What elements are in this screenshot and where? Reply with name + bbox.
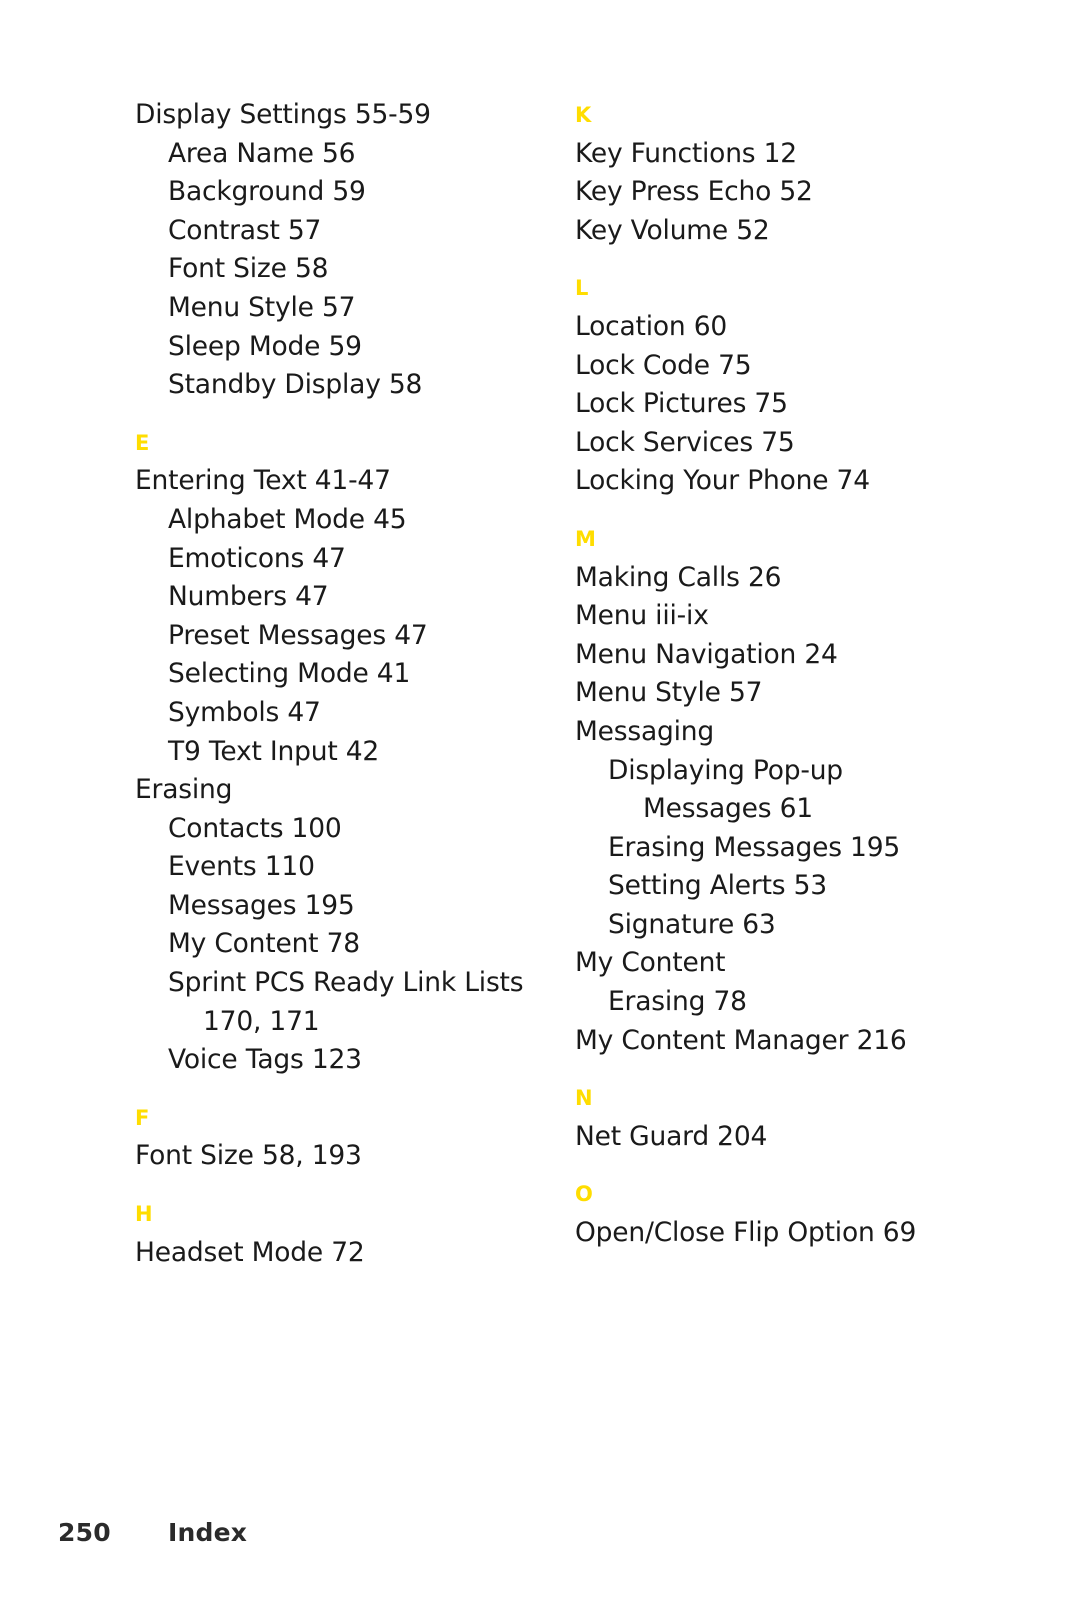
index-entry: Selecting Mode 41 [168,658,411,690]
index-entry: Area Name 56 [168,137,356,169]
index-entry: Background 59 [168,176,366,208]
index-entry: Menu Style 57 [575,677,763,709]
index-column-left: Display Settings 55-59 Area Name 56 Backgr… [135,96,555,1272]
section-heading-k: K [575,103,592,127]
index-entry: Display Settings 55-59 [135,99,431,130]
index-entry: Menu iii-ix [575,600,709,632]
index-entry: My Content [575,947,726,979]
index-entry: Lock Services 75 [575,426,795,458]
index-entry: Locking Your Phone 74 [575,465,870,497]
index-entry: Erasing Messages 195 [608,831,901,863]
index-entry: T9 Text Input 42 [168,735,380,767]
index-entry: Signature 63 [608,908,776,940]
index-entry-continuation: Messages 61 [643,793,813,825]
section-heading-m: M [575,526,596,551]
index-entry: Menu Style 57 [168,291,356,323]
index-entry: Entering Text 41-47 [135,465,391,497]
page-footer: 250 Index [58,1518,658,1547]
index-entry: Sleep Mode 59 [168,330,362,362]
section-heading-h: H [135,1202,153,1227]
index-entry: Erasing 78 [608,986,747,1018]
index-entry: Font Size 58 [168,253,329,285]
index-entry-continuation: 170, 171 [203,1005,320,1037]
index-entry: Font Size 58, 193 [135,1140,362,1172]
index-entry: Alphabet Mode 45 [168,503,407,535]
section-heading-n: N [575,1086,593,1111]
section-heading-o: O [575,1182,593,1207]
index-entry: Preset Messages 47 [168,619,428,651]
index-entry: Contacts 100 [168,812,342,844]
index-entry: Key Press Echo 52 [575,176,813,208]
index-entry: Messages 195 [168,889,355,921]
index-entry: Setting Alerts 53 [608,870,827,902]
section-heading-l: L [575,276,589,301]
index-entry: Numbers 47 [168,581,329,613]
index-entry: Messaging [575,715,715,747]
index-entry: My Content 78 [168,928,360,960]
index-entry: Events 110 [168,851,315,883]
index-entry: Sprint PCS Ready Link Lists [168,967,524,999]
index-entry: Voice Tags 123 [168,1044,362,1076]
index-entry: Headset Mode 72 [135,1236,365,1268]
page-number: 250 [58,1518,111,1547]
index-entry: Emoticons 47 [168,542,346,574]
index-entry: Net Guard 204 [575,1120,768,1152]
section-heading-f: F [135,1105,150,1130]
index-entry: Location 60 [575,310,728,342]
index-column-right: K Key Functions 12 Key Press Echo 52 Key Vo… [575,96,995,1253]
index-entry: Displaying Pop-up [608,754,843,786]
index-entry: My Content Manager 216 [575,1024,907,1056]
index-entry: Menu Navigation 24 [575,638,838,670]
index-entry: Symbols 47 [168,696,321,728]
index-entry: Standby Display 58 [168,369,423,401]
index-entry: Contrast 57 [168,214,322,246]
index-entry: Making Calls 26 [575,561,782,593]
section-heading-e: E [135,430,150,455]
index-entry: Key Functions 12 [575,137,797,169]
running-head-label: Index [168,1518,248,1547]
index-entry: Lock Pictures 75 [575,388,788,420]
index-entry: Lock Code 75 [575,349,752,381]
index-entry: Key Volume 52 [575,214,770,246]
index-page: Display Settings 55-59 Area Name 56 Backgr… [0,0,1080,1620]
index-entry: Open/Close Flip Option 69 [575,1217,917,1249]
index-entry: Erasing [135,774,233,806]
